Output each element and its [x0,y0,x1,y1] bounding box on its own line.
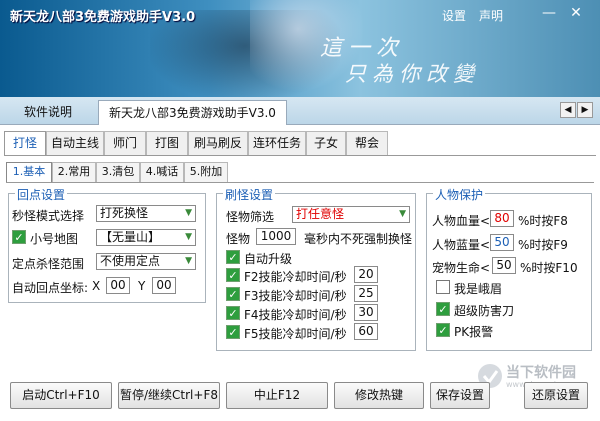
mode-label: 秒怪模式选择 [12,209,85,223]
chevron-down-icon: ▼ [185,256,192,266]
blade-checkbox[interactable]: ✓ [436,302,450,316]
monster-suffix: 毫秒内不死强制换怪 [304,232,413,246]
f3-label: F3技能冷却时间/秒 [244,289,347,303]
protect-title: 人物保护 [433,186,486,203]
monster-title: 刷怪设置 [223,186,276,203]
minimap-value: 【无量山】 [100,230,161,244]
top-tab-strip: 软件说明 新天龙八部3免费游戏助手V3.0 ◀ ▶ [0,97,600,125]
declare-link[interactable]: 声明 [479,7,503,24]
pause-button[interactable]: 暂停/继续Ctrl+F8 [118,382,220,409]
f3-input[interactable]: 25 [354,285,378,302]
start-button[interactable]: 启动Ctrl+F10 [10,382,112,409]
y-input[interactable]: 00 [152,277,176,294]
monster-ms-input[interactable]: 1000 [256,228,296,245]
f5-input[interactable]: 60 [354,323,378,340]
emei-label: 我是峨眉 [454,282,503,296]
minimap-checkbox[interactable]: ✓ [12,230,26,244]
tab-scroll-right-icon[interactable]: ▶ [577,102,593,118]
range-select[interactable]: 不使用定点 ▼ [96,253,196,270]
minimap-label: 小号地图 [30,232,79,246]
mp-label: 人物蓝量< [432,238,491,252]
subtab-extra[interactable]: 5.附加 [184,162,228,182]
filter-select[interactable]: 打任意怪 ▼ [292,206,410,223]
main-tab-divider [4,155,596,156]
title-banner: 新天龙八部3免费游戏助手V3.0 设置 声明 — ✕ 這一次 只為你改變 [0,0,600,97]
minimize-icon[interactable]: — [540,4,558,22]
auto-upgrade-checkbox[interactable]: ✓ [226,250,240,264]
tab-map[interactable]: 打图 [146,131,188,155]
f4-input[interactable]: 30 [354,304,378,321]
monster-label: 怪物 [226,232,251,246]
tab-horse[interactable]: 刷马刷反 [188,131,248,155]
mode-value: 打死换怪 [100,206,149,220]
subtab-clear-bag[interactable]: 3.清包 [96,162,140,182]
chevron-down-icon: ▼ [399,209,406,219]
mode-select[interactable]: 打死换怪 ▼ [96,205,196,222]
range-label: 定点杀怪范围 [12,257,85,271]
coord-label: 自动回点坐标: [12,281,89,295]
f2-checkbox[interactable]: ✓ [226,268,240,282]
hp-suffix: %时按F8 [518,214,568,228]
hotkey-button[interactable]: 修改热键 [334,382,424,409]
hp-input[interactable]: 80 [490,210,514,227]
app-title: 新天龙八部3免费游戏助手V3.0 [10,10,196,25]
tab-fight[interactable]: 打怪 [4,131,46,156]
restore-button[interactable]: 还原设置 [524,382,588,409]
f2-label: F2技能冷却时间/秒 [244,270,347,284]
chevron-down-icon: ▼ [185,208,192,218]
close-icon[interactable]: ✕ [567,4,585,22]
tab-scroll-left-icon[interactable]: ◀ [560,102,576,118]
hp-label: 人物血量< [432,214,491,228]
y-label: Y [138,279,146,293]
save-button[interactable]: 保存设置 [430,382,490,409]
return-point-title: 回点设置 [15,186,68,203]
settings-link[interactable]: 设置 [442,7,466,24]
tab-assistant[interactable]: 新天龙八部3免费游戏助手V3.0 [98,100,287,125]
pet-input[interactable]: 50 [492,257,516,274]
blade-label: 超级防害刀 [454,304,515,318]
range-value: 不使用定点 [100,254,161,268]
pet-suffix: %时按F10 [520,261,578,275]
sub-tab-divider [6,182,594,183]
x-input[interactable]: 00 [106,277,130,294]
filter-value: 打任意怪 [296,207,345,221]
emei-checkbox[interactable]: ✓ [436,280,450,294]
subtab-basic[interactable]: 1.基本 [6,162,52,183]
minimap-select[interactable]: 【无量山】 ▼ [96,229,196,246]
f3-checkbox[interactable]: ✓ [226,287,240,301]
tab-sect[interactable]: 师门 [104,131,146,155]
tab-chain-quest[interactable]: 连环任务 [248,131,306,155]
chevron-down-icon: ▼ [185,232,192,242]
tab-guild[interactable]: 帮会 [346,131,388,155]
f2-input[interactable]: 20 [354,266,378,283]
tab-auto-main[interactable]: 自动主线 [46,131,104,155]
banner-calligraphy-2: 只為你改變 [345,62,480,86]
mp-input[interactable]: 50 [490,234,514,251]
f4-label: F4技能冷却时间/秒 [244,308,347,322]
auto-upgrade-label: 自动升级 [244,252,293,266]
subtab-shout[interactable]: 4.喊话 [140,162,184,182]
f4-checkbox[interactable]: ✓ [226,306,240,320]
x-label: X [92,279,101,293]
f5-checkbox[interactable]: ✓ [226,325,240,339]
pk-checkbox[interactable]: ✓ [436,323,450,337]
pk-label: PK报警 [454,325,494,339]
tab-software-info[interactable]: 软件说明 [14,100,82,125]
tab-children[interactable]: 子女 [306,131,346,155]
pet-label: 宠物生命< [432,261,491,275]
subtab-common[interactable]: 2.常用 [52,162,96,182]
f5-label: F5技能冷却时间/秒 [244,327,347,341]
mp-suffix: %时按F9 [518,238,568,252]
stop-button[interactable]: 中止F12 [226,382,328,409]
watermark-text: 当下软件园 [506,365,576,381]
filter-label: 怪物筛选 [226,210,275,224]
